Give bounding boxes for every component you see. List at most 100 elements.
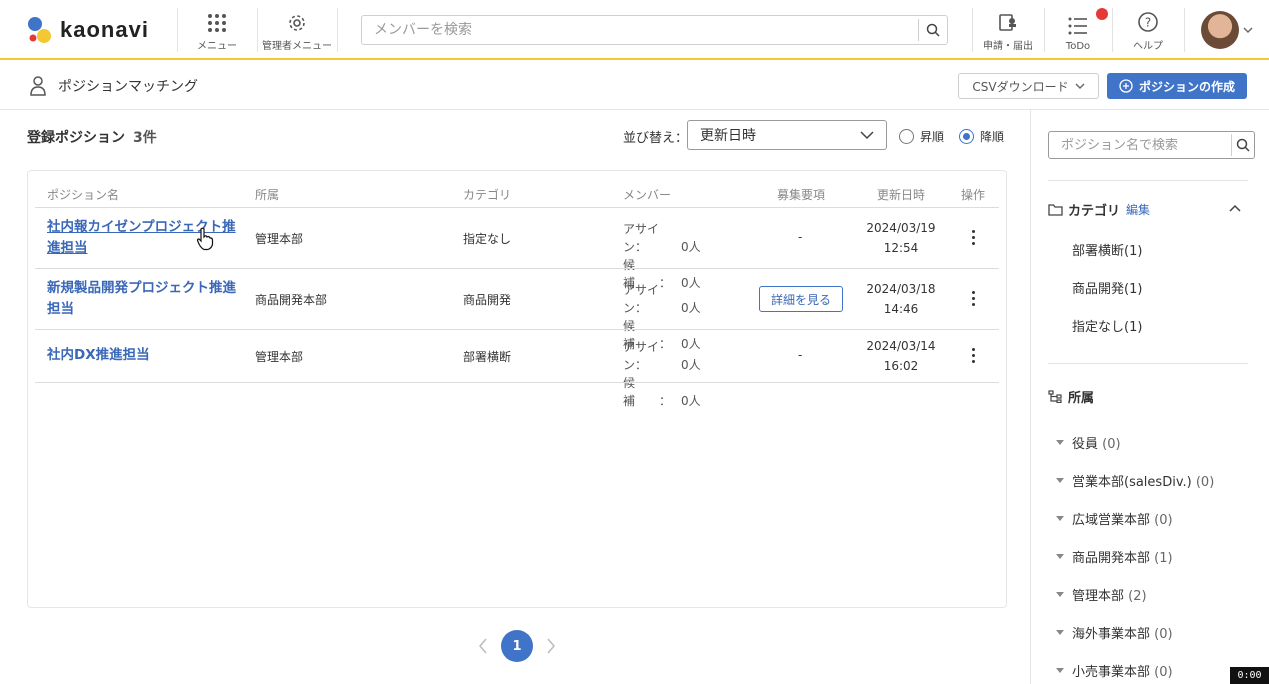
caret-down-icon[interactable] [1056,516,1064,521]
candidate-label: 候補 ： [623,376,672,408]
kebab-menu-icon[interactable] [970,348,976,366]
logo-icon [28,17,51,43]
member-search [361,15,948,45]
updated-date: 2024/03/14 [866,339,936,353]
divider [35,207,999,208]
org-count: (1) [1154,551,1173,566]
csv-label: CSVダウンロード [972,79,1069,94]
divider [35,382,999,383]
org-name: 商品開発本部 [1072,551,1151,566]
org-count: (0) [1154,665,1173,680]
position-name-link[interactable]: 社内DX推進担当 [47,345,237,366]
sort-desc-radio[interactable]: 降順 [959,128,1004,145]
divider [972,8,973,52]
view-details-button[interactable]: 詳細を見る [759,286,843,312]
assign-label: アサイン： [623,283,660,315]
help-icon: ? [1138,12,1158,32]
chevron-down-icon [1075,83,1085,89]
requirements-cell: - [798,230,803,244]
col-header-category: カテゴリ [463,188,512,202]
next-page-icon[interactable] [545,637,557,655]
updated-time: 14:46 [883,302,919,316]
dept-cell: 管理本部 [255,232,304,246]
updated-time: 12:54 [883,241,919,255]
create-position-button[interactable]: ポジションの作成 [1107,73,1247,99]
updated-date: 2024/03/18 [866,282,936,296]
category-heading: カテゴリ [1068,204,1121,219]
search-button[interactable] [918,19,947,41]
category-cell: 商品開発 [463,293,512,307]
position-name-link[interactable]: 新規製品開発プロジェクト推進担当 [47,278,237,320]
org-tree-item[interactable]: 役員 (0) [1056,433,1121,452]
recording-timer: 0:00 [1230,667,1269,684]
kebab-menu-icon[interactable] [970,291,976,309]
search-icon [926,23,940,37]
chevron-up-icon[interactable] [1229,204,1241,213]
org-tree-item[interactable]: 小売事業本部 (0) [1056,661,1173,680]
divider [1044,8,1045,52]
col-header-actions: 操作 [961,188,986,202]
org-name: 広域営業本部 [1072,513,1151,528]
updated-cell: 2024/03/18 14:46 [861,279,941,319]
category-edit-link[interactable]: 編集 [1126,201,1150,218]
category-section-header[interactable]: カテゴリ 編集 [1048,200,1150,219]
caret-down-icon[interactable] [1056,630,1064,635]
brand-name: kaonavi [60,17,149,42]
caret-down-icon[interactable] [1056,440,1064,445]
chevron-down-icon[interactable] [1243,26,1253,34]
org-tree-item[interactable]: 商品開発本部 (1) [1056,547,1173,566]
top-bar: kaonavi メニュー 管理者メニュー メンバーを検索 申請・届出 ToDo … [0,0,1269,60]
sort-select[interactable]: 更新日時 [687,120,887,150]
search-button[interactable] [1231,134,1254,156]
org-tree-item[interactable]: 営業本部(salesDiv.) (0) [1056,471,1214,490]
menu-label: メニュー [197,41,237,52]
stamp-icon [999,14,1016,31]
sort-value: 更新日時 [700,128,756,144]
org-tree-item[interactable]: 海外事業本部 (0) [1056,623,1173,642]
todo-label: ToDo [1065,41,1091,52]
csv-download-button[interactable]: CSVダウンロード [958,73,1099,99]
updated-time: 16:02 [883,359,919,373]
org-count: (0) [1102,437,1121,452]
org-tree-item[interactable]: 広域営業本部 (0) [1056,509,1173,528]
plus-circle-icon [1119,79,1133,93]
apply-button[interactable]: 申請・届出 [980,8,1036,52]
org-tree-icon [1048,390,1062,403]
updated-cell: 2024/03/14 16:02 [861,336,941,376]
help-button[interactable]: ? ヘルプ [1120,8,1176,52]
org-tree-item[interactable]: 管理本部 (2) [1056,585,1147,604]
sub-header: ポジションマッチング CSVダウンロード ポジションの作成 [0,62,1269,110]
divider [1048,180,1248,181]
radio-circle-selected [959,129,974,144]
caret-down-icon[interactable] [1056,478,1064,483]
sort-asc-radio[interactable]: 昇順 [899,128,944,145]
admin-menu-button[interactable]: 管理者メニュー [258,8,336,52]
kebab-menu-icon[interactable] [970,230,976,248]
org-count: (2) [1128,589,1147,604]
col-header-member: メンバー [623,188,672,202]
assign-count: 0人 [681,301,701,315]
menu-button[interactable]: メニュー [190,8,244,52]
category-filter-item[interactable]: 商品開発(1) [1072,278,1142,297]
divider [1112,8,1113,52]
caret-down-icon[interactable] [1056,554,1064,559]
org-count: (0) [1154,627,1173,642]
page-button-current[interactable]: 1 [501,630,533,662]
kaonavi-logo[interactable]: kaonavi [26,14,149,46]
member-search-input[interactable] [362,16,918,44]
category-cell: 指定なし [463,232,512,246]
category-filter-item[interactable]: 指定なし(1) [1072,316,1142,335]
prev-page-icon[interactable] [477,637,489,655]
category-filter-item[interactable]: 部署横断(1) [1072,240,1142,259]
admin-menu-label: 管理者メニュー [262,41,332,52]
org-name: 役員 [1072,437,1099,452]
position-search-input[interactable] [1049,137,1231,153]
svg-text:?: ? [1145,16,1151,30]
radio-circle [899,129,914,144]
assign-label: アサイン： [623,222,660,254]
assign-count: 0人 [681,240,701,254]
page-title: ポジションマッチング [58,79,198,95]
caret-down-icon[interactable] [1056,592,1064,597]
avatar[interactable] [1201,11,1239,49]
caret-down-icon[interactable] [1056,668,1064,673]
